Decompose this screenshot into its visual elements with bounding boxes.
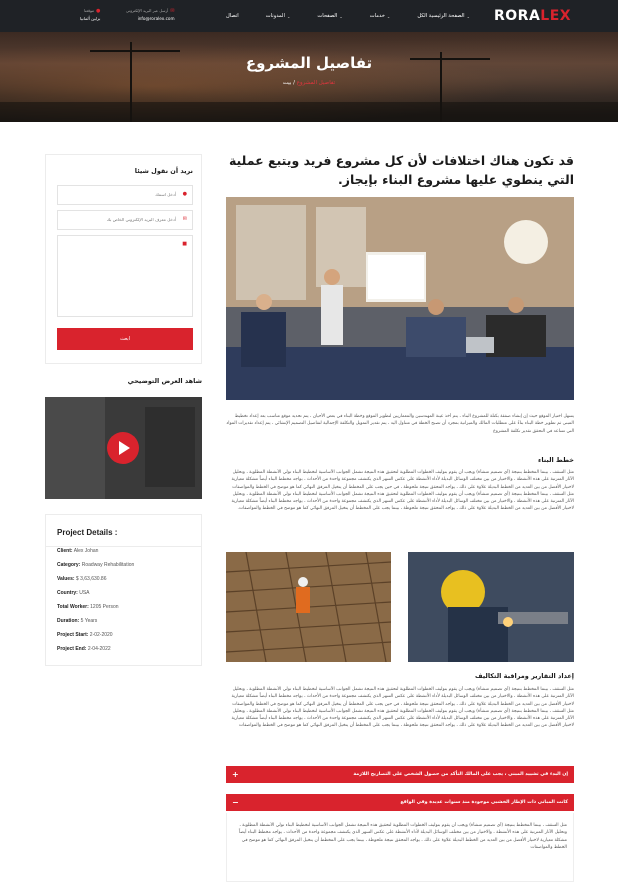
project-details-card: Project Details : Client: Alex Johan Cat… [45, 514, 202, 666]
accordion-title: إن البدء في تشييد المبنى ، يجب على المال… [353, 772, 568, 777]
location-value: برلين ألمانيا [80, 16, 101, 21]
accordion-item-wood-frame[interactable]: − كانت المباني ذات الإطار الخشبي موجودة … [226, 794, 574, 811]
envelope-icon: ✉ [182, 216, 187, 222]
detail-value: $ 3,63,630.86 [75, 576, 107, 582]
top-navbar: موقعنا ● برلين ألمانيا أرسل عبر البريد ال… [0, 0, 618, 32]
contact-location: موقعنا ● برلين ألمانيا [80, 7, 100, 23]
accordion-item-permits[interactable]: + إن البدء في تشييد المبنى ، يجب على الم… [226, 766, 574, 783]
site-logo[interactable]: RORALEX [494, 8, 571, 24]
detail-project-start: Project Start: 2-02-2020 [57, 632, 113, 638]
detail-value: 2-04-2022 [87, 646, 111, 652]
detail-label: Country: [57, 590, 78, 596]
detail-values: Values: $ 3,63,630.86 [57, 576, 107, 582]
nav-item-home[interactable]: الصفحة الرئيسية الكل ⌄ [417, 11, 470, 21]
nav-item-blogs[interactable]: المدونات ⌄ [266, 11, 291, 21]
email-placeholder: أدخل معرف البريد الإلكتروني الخاص بك [106, 217, 176, 222]
video-section-title: شاهد العرض التوضيحي [127, 377, 202, 385]
minus-icon: − [232, 798, 239, 807]
email-value[interactable]: info@roralex.com [126, 15, 175, 23]
nav-home-label: الصفحة الرئيسية الكل [417, 13, 465, 19]
detail-label: Project Start: [57, 632, 89, 638]
detail-value: 1205 Person [90, 604, 119, 610]
map-pin-icon: ● [96, 8, 101, 14]
detail-project-end: Project End: 2-04-2022 [57, 646, 111, 652]
section-heading-reports: إعداد التقارير ومراقبة التكاليف [474, 672, 574, 680]
nav-item-contact[interactable]: اتصال [226, 11, 239, 21]
logo-accent-text: LEX [540, 8, 572, 24]
page-title: تفاصيل المشروع [245, 54, 373, 72]
nav-pages-label: الصفحات [317, 13, 338, 19]
send-button[interactable]: ابعث [57, 328, 193, 350]
message-textarea[interactable]: ■ [57, 235, 193, 317]
name-field[interactable]: ● أدخل اسمك [57, 185, 193, 205]
office-meeting-illustration [226, 197, 574, 400]
contact-email: أرسل عبر البريد الإلكتروني ✉ info@roralex… [126, 7, 175, 23]
chevron-down-icon: ⌄ [339, 13, 343, 19]
plus-icon: + [232, 770, 239, 779]
detail-label: Total Worker: [57, 604, 89, 610]
accordion-title: كانت المباني ذات الإطار الخشبي موجودة من… [400, 800, 568, 805]
chevron-down-icon: ⌄ [386, 13, 391, 19]
play-icon [119, 441, 130, 455]
detail-label: Category: [57, 562, 81, 568]
welder-illustration [408, 552, 574, 662]
accordion-body-text: مثل السقف ، بينما المخطط بنتيجة (أي تصمي… [238, 823, 567, 850]
page-hero: تفاصيل المشروع تفاصيل المشروع / بيت [0, 32, 618, 122]
welder-photo [408, 552, 574, 662]
planning-paragraph: مثل السقف ، بينما المخطط بنتيجة (أي تصمي… [231, 470, 574, 512]
project-details-title: Project Details : [57, 528, 118, 537]
nav-services-label: خدمات [369, 13, 385, 19]
divider [46, 546, 201, 547]
detail-value: Roadway Rehabilitation [81, 562, 135, 568]
main-nav: الصفحة الرئيسية الكل ⌄ خدمات ⌄ الصفحات ⌄ ال… [226, 11, 470, 21]
email-field[interactable]: ✉ أدخل معرف البريد الإلكتروني الخاص بك [57, 210, 193, 230]
detail-value: USA [79, 590, 90, 596]
article-heading: قد تكون هناك اختلافات لأن كل مشروع فريد … [228, 153, 574, 187]
detail-label: Project End: [57, 646, 87, 652]
logo-text: RORA [494, 8, 541, 24]
detail-total-worker: Total Worker: 1205 Person [57, 604, 119, 610]
email-label: أرسل عبر البريد الإلكتروني [126, 8, 169, 13]
contact-form-title: نريد أن نقول شيئا [134, 167, 193, 175]
demo-video[interactable] [45, 397, 202, 499]
accordion-body: مثل السقف ، بينما المخطط بنتيجة (أي تصمي… [226, 813, 574, 882]
nav-item-services[interactable]: خدمات ⌄ [370, 11, 391, 21]
location-label: موقعنا [84, 8, 95, 13]
detail-label: Client: [57, 548, 73, 554]
detail-value: 5 Years [80, 618, 98, 624]
detail-label: Values: [57, 576, 75, 582]
comment-icon: ■ [182, 241, 187, 247]
chevron-down-icon: ⌄ [286, 13, 291, 19]
play-button[interactable] [107, 432, 139, 464]
detail-value: 2-02-2020 [89, 632, 113, 638]
rebar-worker-illustration [226, 552, 391, 662]
detail-label: Duration: [57, 618, 80, 624]
nav-contact-label: اتصال [226, 13, 239, 19]
breadcrumb: تفاصيل المشروع / بيت [0, 80, 618, 86]
office-meeting-photo [226, 197, 574, 400]
reports-paragraph: مثل السقف ، بينما المخطط بنتيجة (أي تصمي… [231, 687, 574, 729]
envelope-icon: ✉ [170, 8, 175, 14]
contact-form-card: نريد أن نقول شيئا ● أدخل اسمك ✉ أدخل معر… [45, 154, 202, 364]
section-heading-planning: خطط البناء [538, 456, 574, 464]
detail-country: Country: USA [57, 590, 90, 596]
nav-item-pages[interactable]: الصفحات ⌄ [317, 11, 342, 21]
detail-category: Category: Roadway Rehabilitation [57, 562, 134, 568]
nav-blogs-label: المدونات [265, 13, 285, 19]
detail-value: Alex Johan [73, 548, 99, 554]
construction-worker-photo [226, 552, 391, 662]
detail-client: Client: Alex Johan [57, 548, 98, 554]
name-placeholder: أدخل اسمك [155, 192, 176, 197]
detail-duration: Duration: 5 Years [57, 618, 97, 624]
user-icon: ● [182, 191, 187, 197]
intro-paragraph: يسهل اختيار الموقع حيث إن إنشاء صفقة بكت… [226, 414, 574, 434]
chevron-down-icon: ⌄ [466, 13, 470, 19]
breadcrumb-current: تفاصيل المشروع [296, 80, 336, 86]
